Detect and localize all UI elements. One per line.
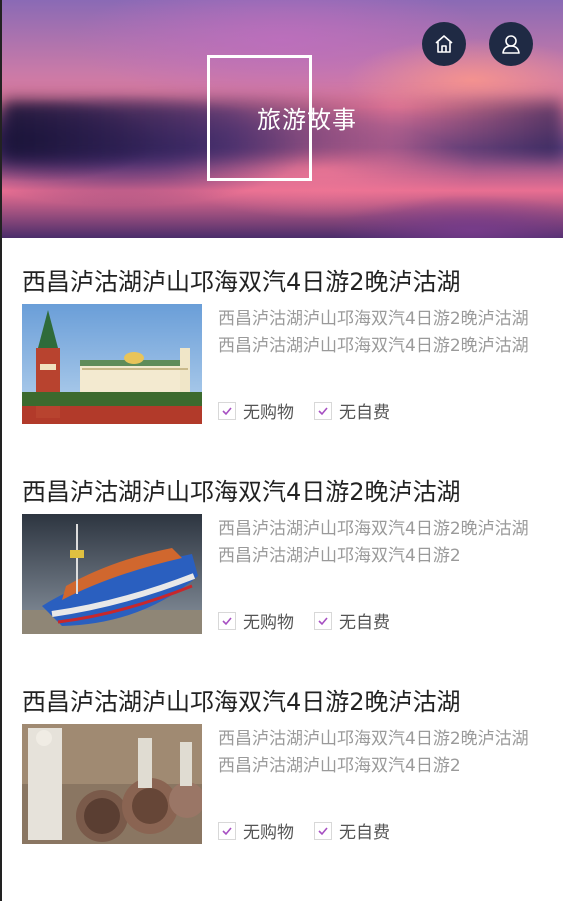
- user-button[interactable]: [489, 22, 533, 66]
- check-icon: [314, 821, 332, 840]
- story-tags: 无购物 无自费: [218, 608, 390, 633]
- tag-no-shopping: 无购物: [218, 608, 294, 633]
- home-icon: [435, 35, 453, 53]
- tag-no-extra-fee: 无自费: [314, 818, 390, 843]
- tag-no-extra-fee: 无自费: [314, 398, 390, 423]
- story-description: 西昌泸沽湖泸山邛海双汽4日游2晚泸沽湖西昌泸沽湖泸山邛海双汽4日游2: [218, 729, 529, 776]
- check-icon: [314, 611, 332, 630]
- tag-label: 无自费: [339, 823, 390, 843]
- page-title: 旅游故事: [257, 106, 357, 134]
- check-icon: [218, 401, 236, 420]
- check-icon: [218, 821, 236, 840]
- tag-label: 无自费: [339, 403, 390, 423]
- story-image-boat[interactable]: [22, 514, 202, 634]
- story-image-statues[interactable]: [22, 724, 202, 844]
- tag-no-shopping: 无购物: [218, 818, 294, 843]
- story-title[interactable]: 西昌泸沽湖泸山邛海双汽4日游2晚泸沽湖: [22, 472, 461, 507]
- check-icon: [218, 611, 236, 630]
- tag-label: 无购物: [243, 403, 294, 423]
- story-image-kremlin[interactable]: [22, 304, 202, 424]
- story-tags: 无购物 无自费: [218, 818, 390, 843]
- story-tags: 无购物 无自费: [218, 398, 390, 423]
- home-button[interactable]: [422, 22, 466, 66]
- tag-no-shopping: 无购物: [218, 398, 294, 423]
- story-title[interactable]: 西昌泸沽湖泸山邛海双汽4日游2晚泸沽湖: [22, 262, 461, 297]
- tag-label: 无自费: [339, 613, 390, 633]
- user-icon: [502, 35, 520, 54]
- tag-label: 无购物: [243, 613, 294, 633]
- tag-label: 无购物: [243, 823, 294, 843]
- header-banner: 旅游故事: [2, 0, 563, 238]
- story-description: 西昌泸沽湖泸山邛海双汽4日游2晚泸沽湖西昌泸沽湖泸山邛海双汽4日游2晚泸沽湖: [218, 309, 529, 356]
- story-title[interactable]: 西昌泸沽湖泸山邛海双汽4日游2晚泸沽湖: [22, 682, 461, 717]
- check-icon: [314, 401, 332, 420]
- story-description: 西昌泸沽湖泸山邛海双汽4日游2晚泸沽湖西昌泸沽湖泸山邛海双汽4日游2: [218, 519, 529, 566]
- tag-no-extra-fee: 无自费: [314, 608, 390, 633]
